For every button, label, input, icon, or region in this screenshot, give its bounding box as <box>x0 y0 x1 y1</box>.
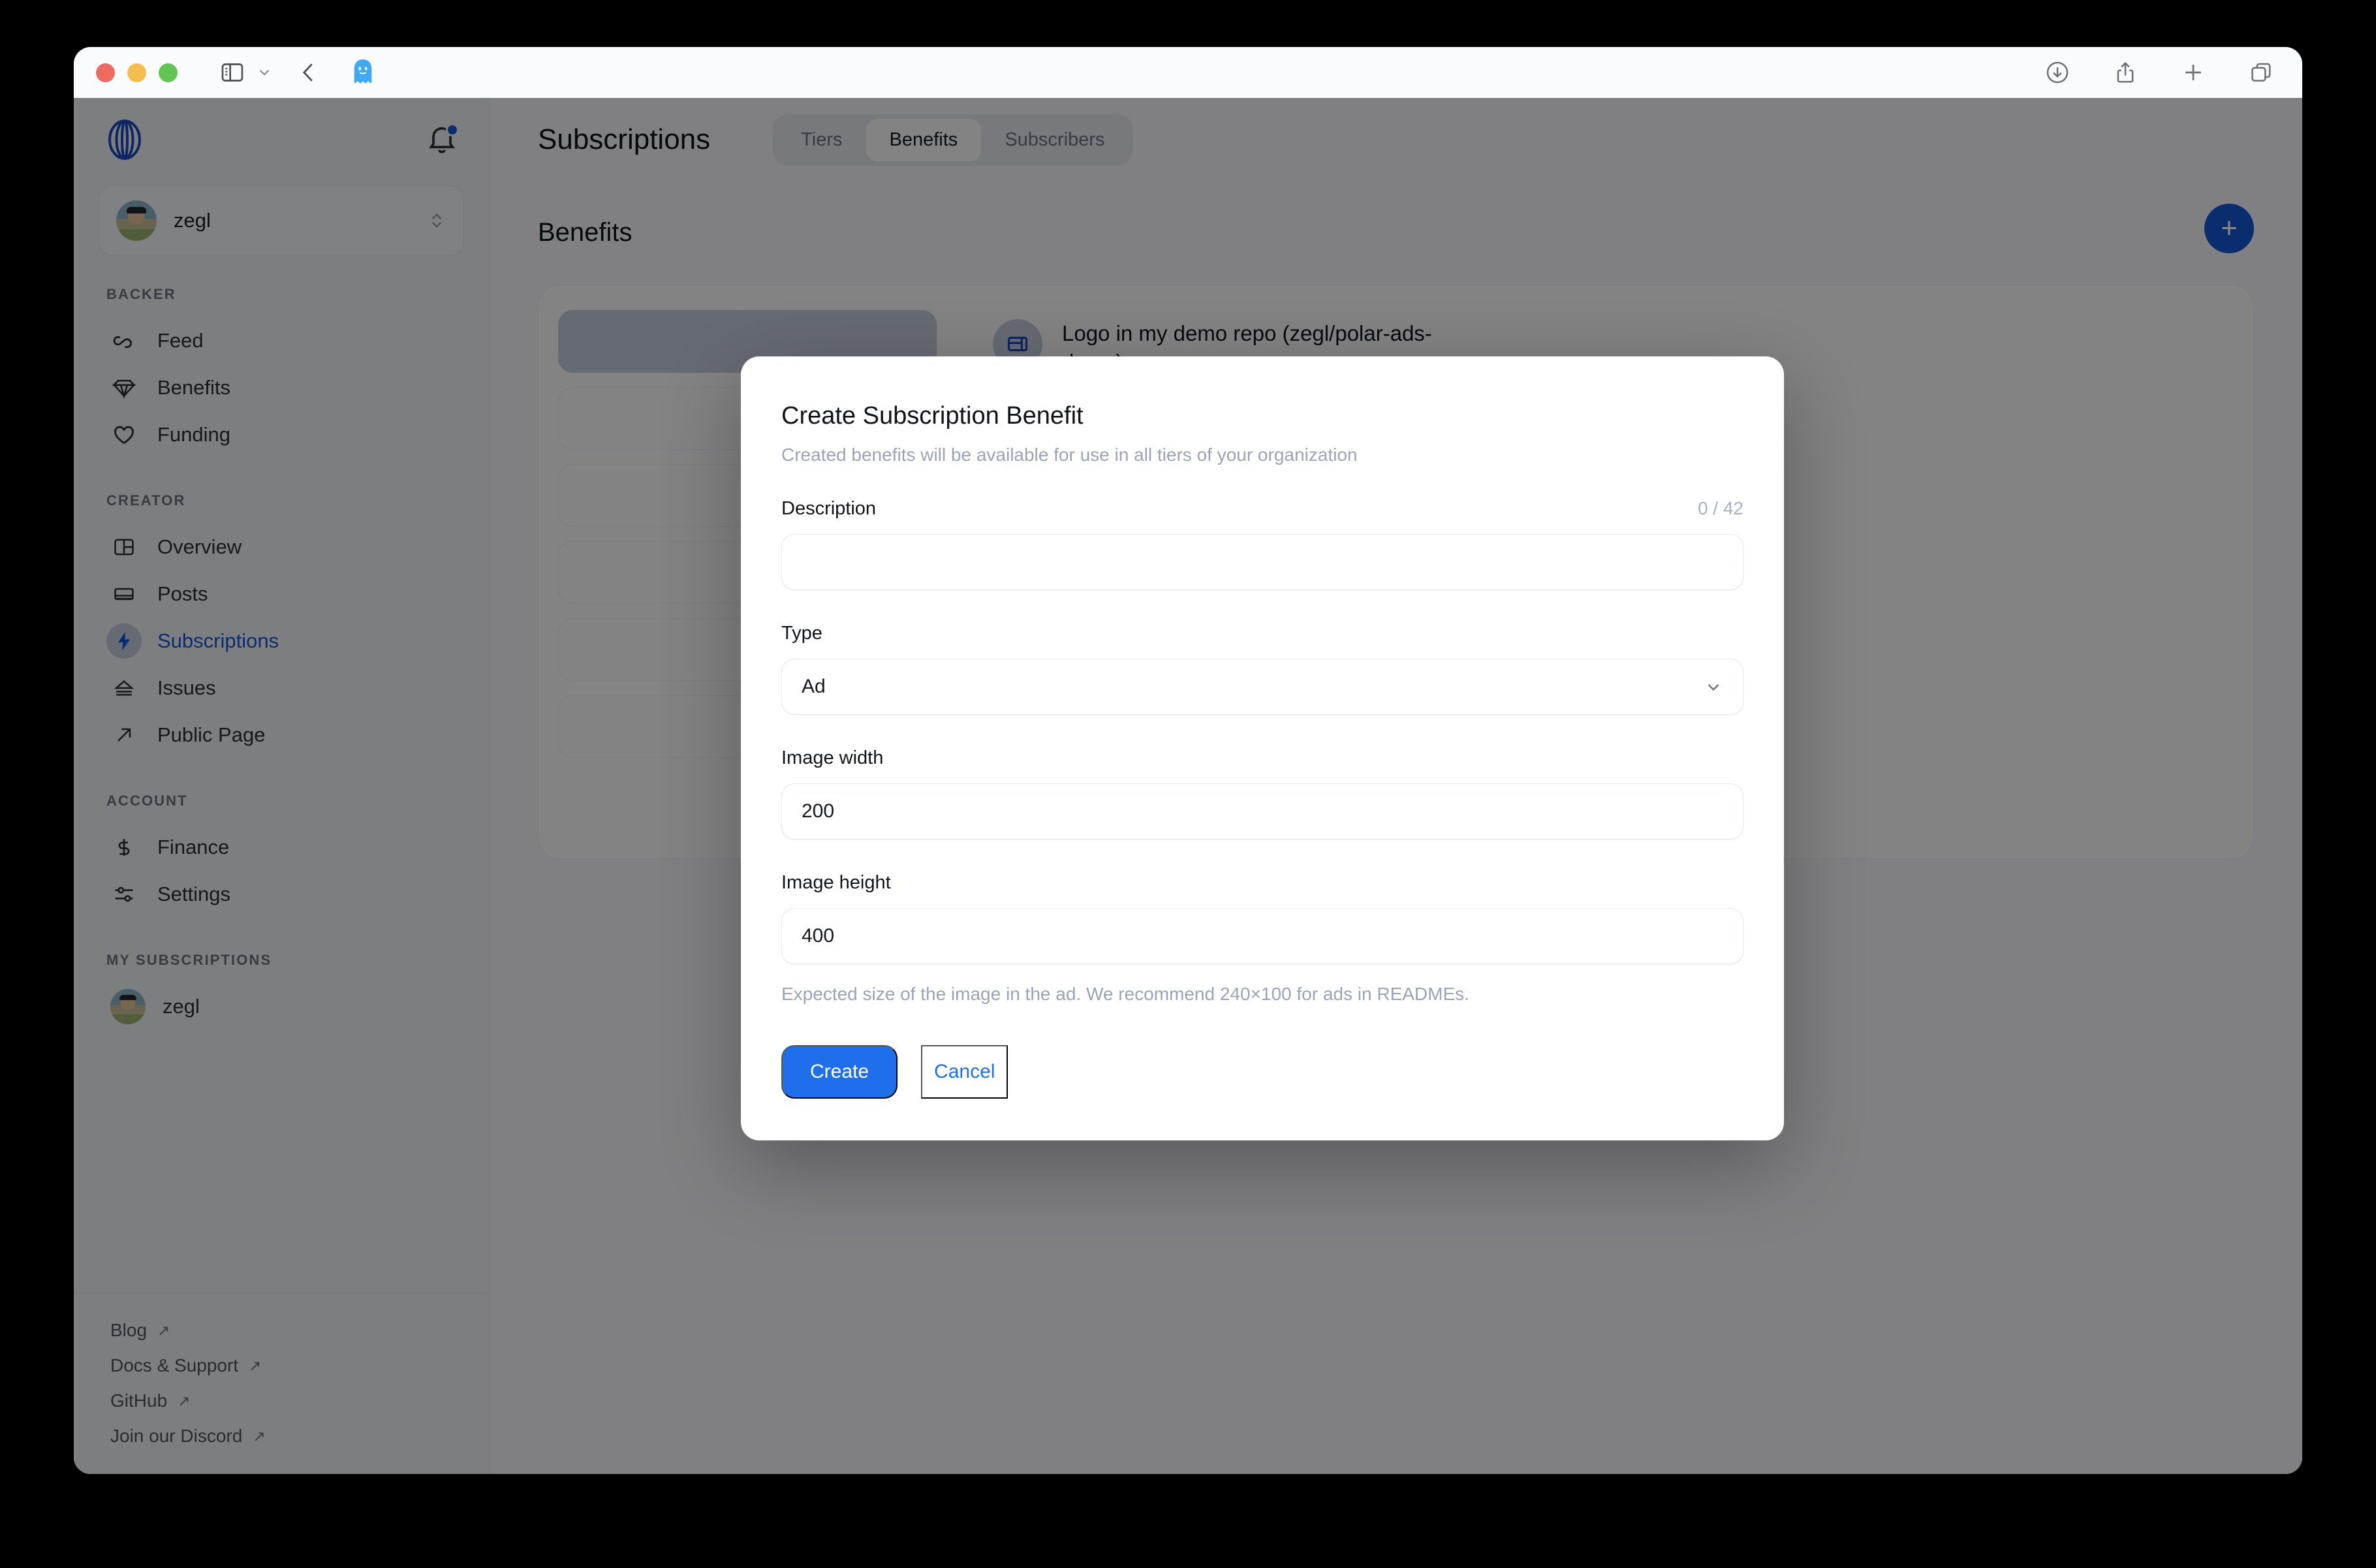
type-select[interactable]: Ad <box>781 659 1743 715</box>
share-icon[interactable] <box>2113 60 2138 85</box>
sidebar-toggle-icon[interactable] <box>219 59 245 86</box>
image-width-field-head: Image width <box>781 747 1743 769</box>
cancel-button[interactable]: Cancel <box>921 1045 1008 1099</box>
image-height-field-head: Image height <box>781 872 1743 894</box>
browser-window: polar.sh <box>74 47 2302 1474</box>
image-height-field: Image height 400 <box>781 872 1743 964</box>
description-field-head: Description 0 / 42 <box>781 498 1743 520</box>
window-controls <box>96 63 178 82</box>
minimize-window-button[interactable] <box>127 63 146 82</box>
description-field: Description 0 / 42 <box>781 498 1743 590</box>
image-size-hint: Expected size of the image in the ad. We… <box>781 984 1469 1004</box>
type-select-value: Ad <box>802 676 826 697</box>
modal-title: Create Subscription Benefit <box>781 402 1084 430</box>
close-window-button[interactable] <box>96 63 115 82</box>
description-input[interactable] <box>781 534 1743 590</box>
create-button[interactable]: Create <box>781 1045 898 1099</box>
maximize-window-button[interactable] <box>159 63 178 82</box>
image-width-label: Image width <box>781 747 884 768</box>
new-tab-plus-icon[interactable] <box>2181 60 2206 85</box>
image-height-input[interactable]: 400 <box>781 908 1743 964</box>
browser-toolbar <box>74 47 2302 98</box>
app-viewport: zegl BACKER Feed Benefits Funding CREATO… <box>74 98 2302 1474</box>
image-width-field: Image width 200 <box>781 747 1743 839</box>
modal-overlay[interactable]: Create Subscription Benefit Created bene… <box>74 98 2302 1474</box>
type-label: Type <box>781 623 822 644</box>
image-width-input[interactable]: 200 <box>781 783 1743 839</box>
modal-subtitle: Created benefits will be available for u… <box>781 445 1358 465</box>
tab-overview-icon[interactable] <box>2249 60 2274 85</box>
modal-actions: Create Cancel <box>781 1045 1743 1099</box>
type-field: Type Ad <box>781 623 1743 715</box>
chevron-down-icon <box>1704 677 1723 697</box>
back-chevron-icon[interactable] <box>296 60 321 85</box>
create-subscription-benefit-modal: Create Subscription Benefit Created bene… <box>741 356 1784 1140</box>
description-char-counter: 0 / 42 <box>1697 498 1743 518</box>
toolbar-right-actions <box>2045 47 2274 98</box>
image-height-label: Image height <box>781 872 891 893</box>
chevron-down-icon[interactable] <box>256 64 273 81</box>
type-field-head: Type <box>781 623 1743 644</box>
downloads-icon[interactable] <box>2045 60 2070 85</box>
description-label: Description <box>781 498 877 519</box>
ghost-favicon-icon[interactable] <box>350 58 376 87</box>
